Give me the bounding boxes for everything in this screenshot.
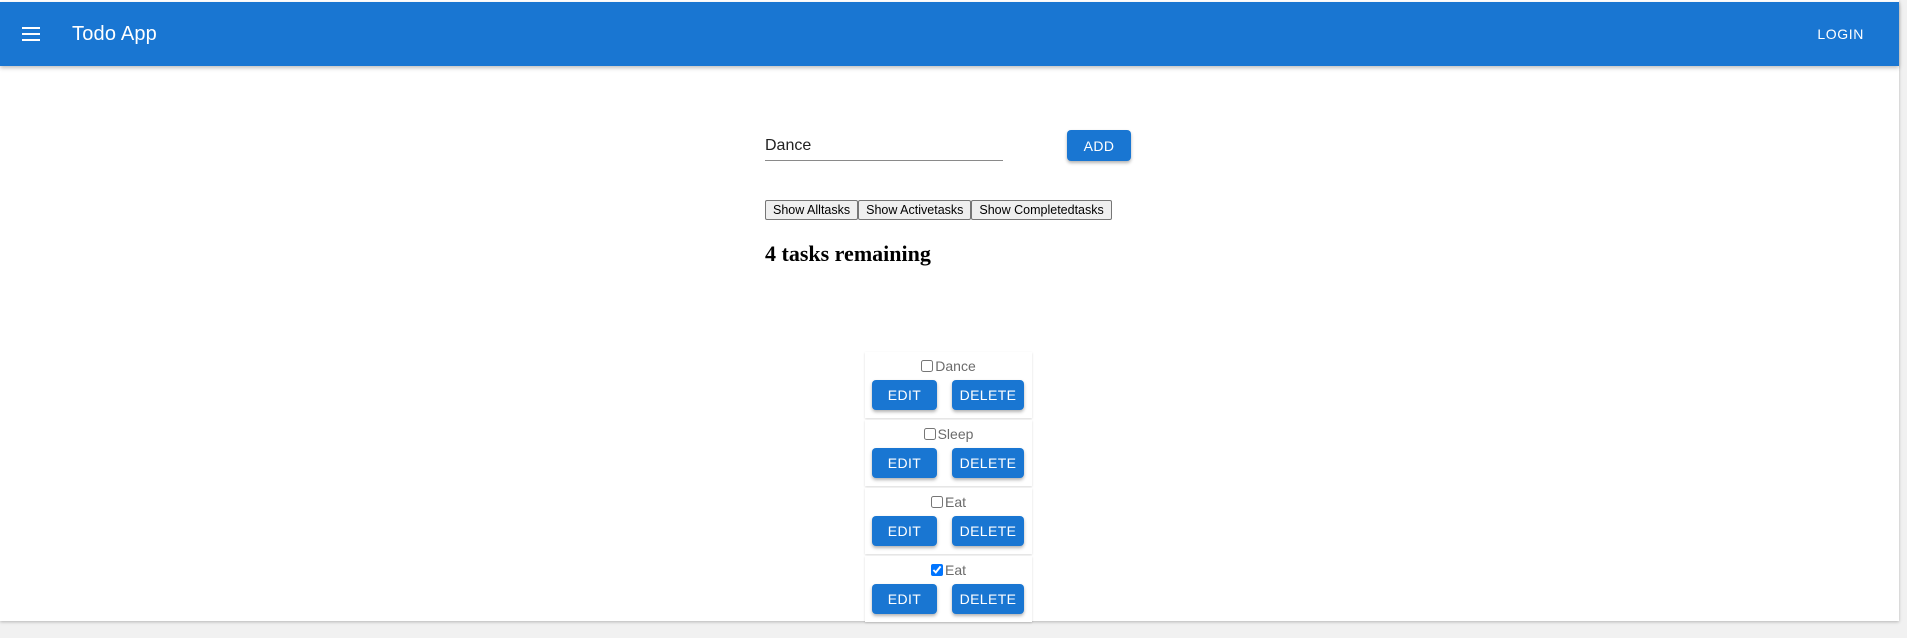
edit-button[interactable]: EDIT xyxy=(872,380,937,410)
page: Todo App LOGIN ADD Show Alltasks Show Ac… xyxy=(0,0,1899,624)
delete-button[interactable]: DELETE xyxy=(952,380,1024,410)
edit-button[interactable]: EDIT xyxy=(872,448,937,478)
task-label: Eat xyxy=(944,562,966,578)
add-button[interactable]: ADD xyxy=(1067,130,1131,161)
task-label: Eat xyxy=(944,494,966,510)
task-input[interactable] xyxy=(765,132,1003,161)
task-item: Eat EDIT DELETE xyxy=(865,488,1032,554)
delete-button[interactable]: DELETE xyxy=(952,516,1024,546)
task-header: Dance xyxy=(865,358,1032,374)
task-item: Sleep EDIT DELETE xyxy=(865,420,1032,486)
task-item: Dance EDIT DELETE xyxy=(865,352,1032,418)
app-title: Todo App xyxy=(72,23,158,45)
delete-button[interactable]: DELETE xyxy=(952,448,1024,478)
edit-button[interactable]: EDIT xyxy=(872,516,937,546)
task-checkbox[interactable] xyxy=(921,360,934,372)
task-label: Dance xyxy=(935,358,976,374)
login-button[interactable]: LOGIN xyxy=(1817,22,1864,46)
filter-buttons: Show Alltasks Show Activetasks Show Comp… xyxy=(765,200,1112,220)
task-header: Sleep xyxy=(865,426,1032,442)
task-checkbox[interactable] xyxy=(923,428,936,440)
show-active-tasks-button[interactable]: Show Activetasks xyxy=(858,200,972,220)
show-all-tasks-button[interactable]: Show Alltasks xyxy=(765,200,859,220)
tasks-remaining-heading: 4 tasks remaining xyxy=(765,241,931,266)
show-completed-tasks-button[interactable]: Show Completedtasks xyxy=(971,200,1112,220)
delete-button[interactable]: DELETE xyxy=(952,584,1024,614)
menu-button[interactable] xyxy=(18,20,46,48)
task-header: Eat xyxy=(865,494,1032,510)
task-list: Dance EDIT DELETE Sleep EDIT DELETE Eat … xyxy=(865,352,1032,624)
task-label: Sleep xyxy=(937,426,974,442)
app-bar: Todo App LOGIN xyxy=(0,2,1899,66)
task-item: Eat EDIT DELETE xyxy=(865,556,1032,622)
task-checkbox[interactable] xyxy=(930,496,943,508)
task-checkbox[interactable] xyxy=(930,564,943,576)
task-header: Eat xyxy=(865,562,1032,578)
edit-button[interactable]: EDIT xyxy=(872,584,937,614)
